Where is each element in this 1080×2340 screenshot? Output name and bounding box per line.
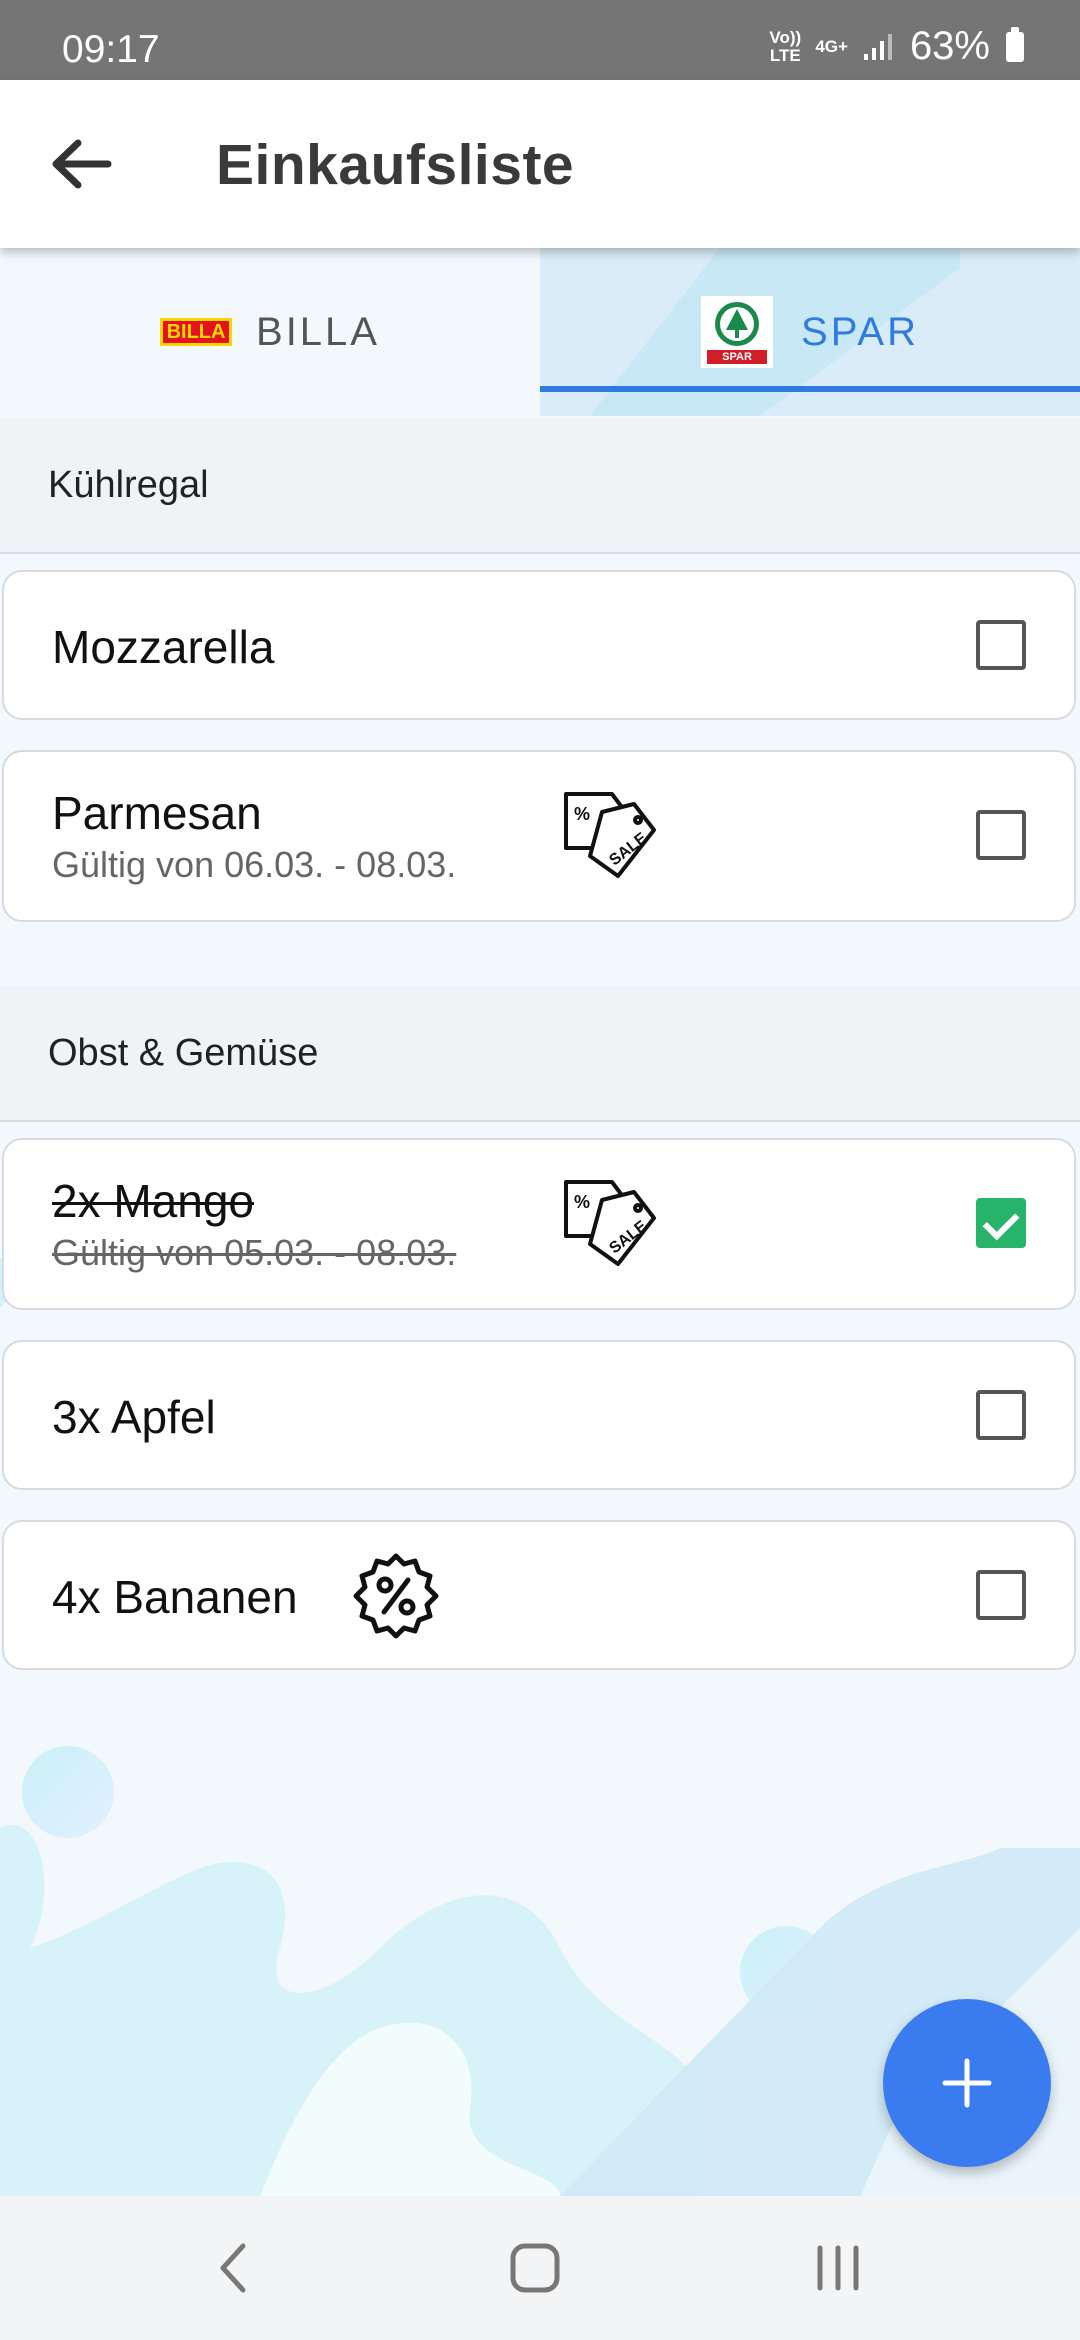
item-name: Mozzarella — [52, 621, 275, 673]
item-checkbox[interactable] — [976, 1390, 1026, 1440]
nav-back-button[interactable] — [183, 2232, 283, 2304]
item-validity: Gültig von 05.03. - 08.03. — [52, 1232, 457, 1273]
battery-level: 63% — [909, 24, 990, 68]
plus-icon — [942, 2058, 992, 2108]
item-name: 4x Bananen — [52, 1571, 298, 1623]
status-indicators: Vo)) LTE 4G+ 63% — [769, 24, 1024, 69]
network-4g-indicator: 4G+ — [815, 36, 848, 56]
status-bar: 09:17 Vo)) LTE 4G+ 63% — [0, 0, 1080, 80]
arrow-back-icon — [52, 139, 112, 189]
tab-label: SPAR — [801, 309, 919, 354]
svg-text:%: % — [574, 1192, 590, 1212]
system-nav-bar — [0, 2196, 1080, 2340]
nav-recents-button[interactable] — [788, 2232, 888, 2304]
status-time: 09:17 — [62, 28, 160, 71]
tab-label: BILLA — [256, 309, 380, 354]
item-validity: Gültig von 06.03. - 08.03. — [52, 844, 457, 885]
list-item[interactable]: 3x Apfel — [2, 1340, 1076, 1490]
spar-logo-text: SPAR — [707, 350, 768, 364]
sale-tags-icon: % SALE — [564, 1180, 656, 1266]
page-title: Einkaufsliste — [216, 133, 575, 197]
item-name: Parmesan — [52, 787, 262, 839]
nav-back-icon — [220, 2243, 246, 2293]
nav-recents-icon — [817, 2245, 859, 2291]
svg-text:%: % — [574, 804, 590, 824]
section-title: Kühlregal — [48, 464, 209, 506]
section-header: Kühlregal — [0, 418, 1080, 554]
tab-billa[interactable]: BILLA BILLA — [0, 248, 540, 416]
list-item[interactable]: 2x Mango Gültig von 05.03. - 08.03. % SA… — [2, 1138, 1076, 1310]
spar-logo: SPAR — [701, 296, 774, 368]
item-checkbox-checked[interactable] — [976, 1198, 1026, 1248]
list-item[interactable]: 4x Bananen — [2, 1520, 1076, 1670]
item-checkbox[interactable] — [976, 620, 1026, 670]
spar-tree-icon — [715, 302, 760, 346]
sale-tags-icon: % SALE — [564, 792, 656, 878]
back-button[interactable] — [40, 122, 124, 206]
section-title: Obst & Gemüse — [48, 1032, 319, 1074]
app-bar: Einkaufsliste — [0, 80, 1080, 248]
nav-home-button[interactable] — [485, 2232, 585, 2304]
item-name: 2x Mango — [52, 1175, 255, 1227]
selected-tab-indicator — [540, 386, 1080, 392]
add-item-button[interactable] — [883, 1999, 1051, 2167]
item-checkbox[interactable] — [976, 1570, 1026, 1620]
battery-icon — [1006, 26, 1024, 62]
section-header: Obst & Gemüse — [0, 986, 1080, 1122]
list-item[interactable]: Parmesan Gültig von 06.03. - 08.03. % SA… — [2, 750, 1076, 922]
item-checkbox[interactable] — [976, 810, 1026, 860]
nav-home-icon — [510, 2243, 560, 2293]
volte-indicator: Vo)) LTE — [769, 27, 802, 65]
list-item[interactable]: Mozzarella — [2, 570, 1076, 720]
billa-logo: BILLA — [160, 318, 233, 346]
signal-icon — [863, 33, 892, 60]
item-name: 3x Apfel — [52, 1391, 216, 1443]
discount-badge-icon — [353, 1553, 439, 1639]
